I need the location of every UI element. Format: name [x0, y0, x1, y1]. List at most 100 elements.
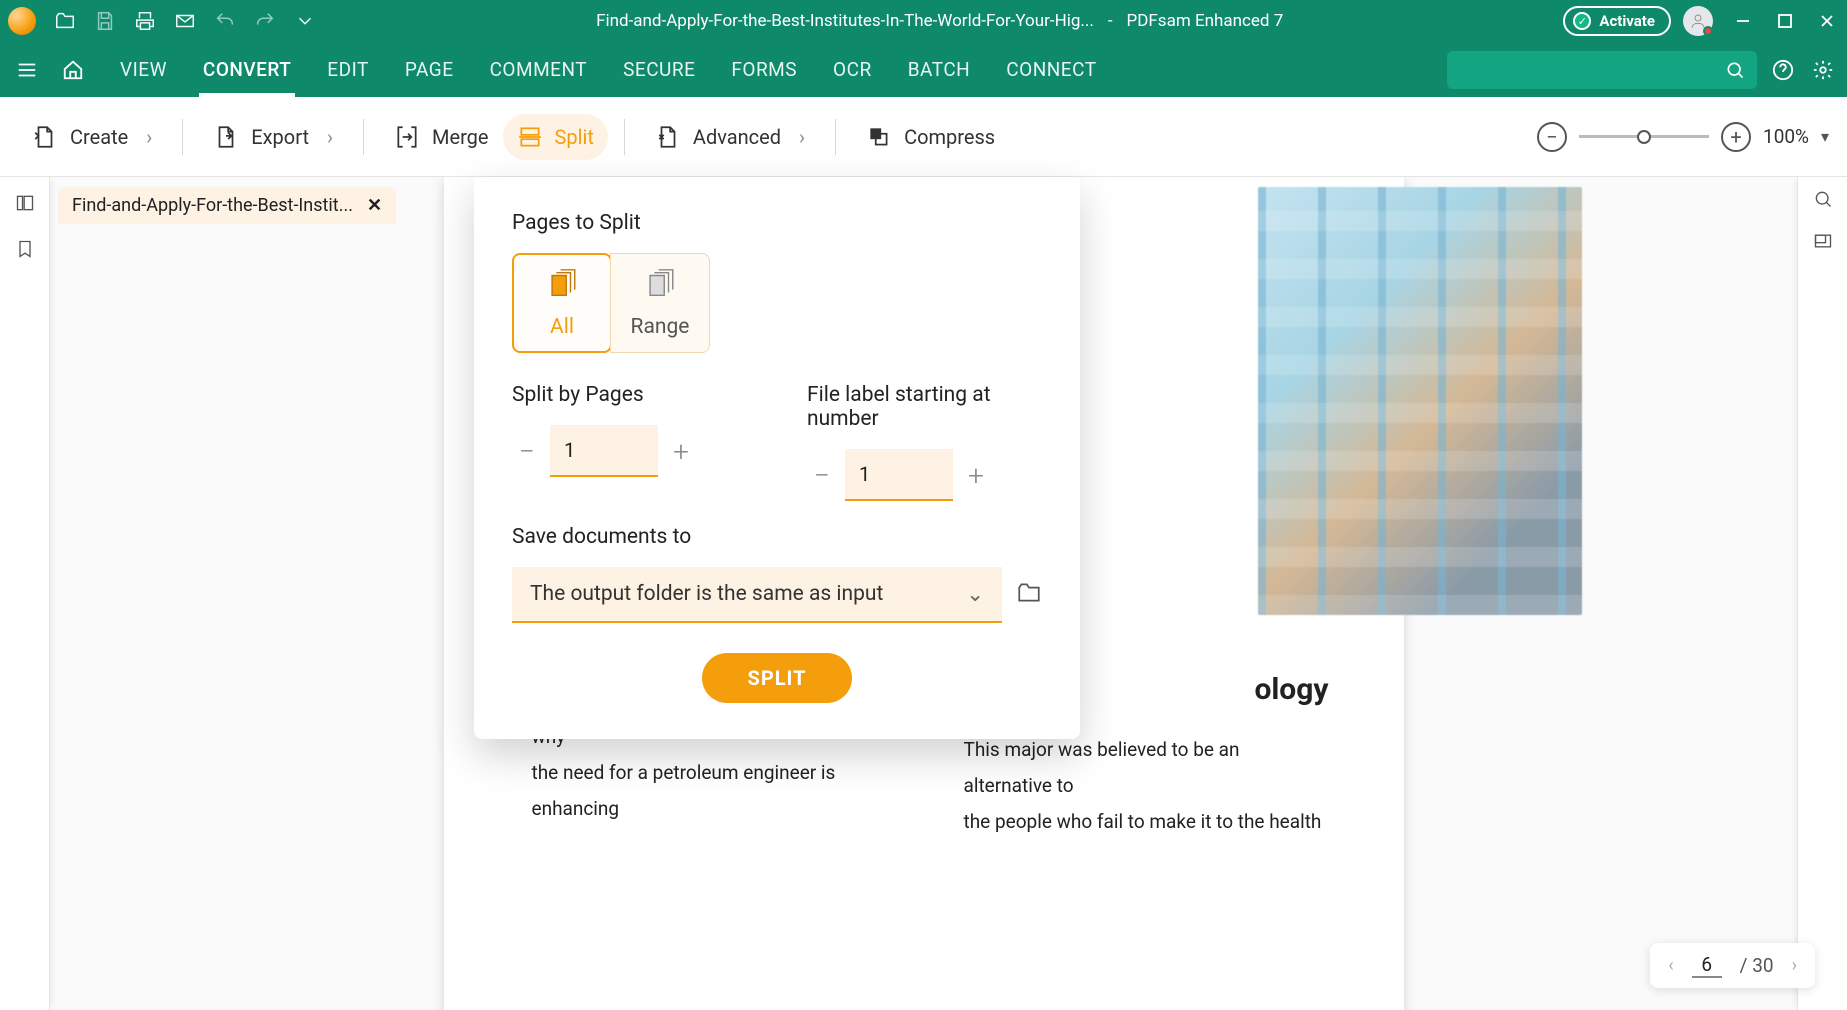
- redo-icon[interactable]: [254, 10, 276, 32]
- advanced-button[interactable]: Advanced ›: [641, 114, 819, 160]
- menu-item-comment[interactable]: COMMENT: [472, 42, 606, 97]
- split-pages-decrement[interactable]: −: [512, 436, 542, 466]
- activate-button[interactable]: ✓ Activate: [1563, 6, 1671, 36]
- hamburger-menu-button[interactable]: [10, 53, 44, 87]
- help-button[interactable]: [1769, 56, 1797, 84]
- activate-label: Activate: [1599, 12, 1655, 30]
- menu-bar: VIEWCONVERTEDITPAGECOMMENTSECUREFORMSOCR…: [0, 42, 1847, 97]
- split-tab-all[interactable]: All: [512, 253, 612, 353]
- window-maximize-button[interactable]: [1773, 9, 1797, 33]
- find-button[interactable]: [1813, 189, 1833, 213]
- save-icon[interactable]: [94, 10, 116, 32]
- home-button[interactable]: [56, 53, 90, 87]
- search-icon: [1725, 60, 1745, 80]
- split-pages-increment[interactable]: +: [666, 436, 696, 466]
- output-folder-select[interactable]: The output folder is the same as input ⌄: [512, 567, 1002, 623]
- zoom-slider[interactable]: [1579, 135, 1709, 138]
- title-bar: Find-and-Apply-For-the-Best-Institutes-I…: [0, 0, 1847, 42]
- split-submit-button[interactable]: SPLIT: [702, 653, 852, 703]
- search-input[interactable]: [1447, 51, 1757, 89]
- zoom-out-button[interactable]: −: [1537, 122, 1567, 152]
- menu-item-batch[interactable]: BATCH: [890, 42, 989, 97]
- advanced-icon: [655, 124, 681, 150]
- user-avatar[interactable]: [1683, 6, 1713, 36]
- split-panel: Pages to Split All Range Split by Pages …: [474, 177, 1080, 739]
- title-dash: -: [1108, 11, 1113, 31]
- window-close-button[interactable]: [1815, 9, 1839, 33]
- file-label-increment[interactable]: +: [961, 460, 991, 490]
- settings-button[interactable]: [1809, 56, 1837, 84]
- print-icon[interactable]: [134, 10, 156, 32]
- split-tab-range-label: Range: [631, 315, 690, 339]
- toolbar-separator: [835, 119, 836, 155]
- toolbar-separator: [624, 119, 625, 155]
- split-label: Split: [555, 125, 594, 149]
- zoom-in-button[interactable]: +: [1721, 122, 1751, 152]
- zoom-thumb[interactable]: [1637, 130, 1651, 144]
- menu-item-secure[interactable]: SECURE: [605, 42, 713, 97]
- compress-label: Compress: [904, 125, 995, 149]
- document-text: the people who fail to make it to the he…: [964, 804, 1329, 840]
- window-minimize-button[interactable]: [1731, 9, 1755, 33]
- pages-all-icon: [545, 267, 579, 307]
- chevron-right-icon: ›: [327, 125, 333, 149]
- menu-item-ocr[interactable]: OCR: [815, 42, 890, 97]
- advanced-label: Advanced: [693, 125, 781, 149]
- merge-button[interactable]: Merge: [380, 114, 503, 160]
- toolbar-separator: [182, 119, 183, 155]
- export-button[interactable]: Export ›: [199, 114, 347, 160]
- split-icon: [517, 124, 543, 150]
- chevron-down-icon[interactable]: ▾: [1821, 127, 1829, 146]
- chevron-down-icon: ⌄: [966, 582, 984, 607]
- split-tab-range[interactable]: Range: [610, 253, 710, 353]
- export-icon: [213, 124, 239, 150]
- menu-item-convert[interactable]: CONVERT: [185, 42, 309, 97]
- compress-button[interactable]: Compress: [852, 114, 1009, 160]
- file-label-decrement[interactable]: −: [807, 460, 837, 490]
- chevron-right-icon: ›: [146, 125, 152, 149]
- document-text: This major was believed to be an alterna…: [964, 732, 1329, 804]
- page-layout-button[interactable]: [1813, 231, 1833, 255]
- pages-range-icon: [643, 267, 677, 307]
- left-rail: [0, 177, 50, 1010]
- split-pages-input[interactable]: [550, 425, 658, 477]
- menu-item-connect[interactable]: CONNECT: [988, 42, 1114, 97]
- toolbar-separator: [363, 119, 364, 155]
- file-label-input[interactable]: [845, 449, 953, 501]
- document-image: [1258, 187, 1582, 615]
- split-by-pages-label: Split by Pages: [512, 383, 747, 407]
- menu-item-page[interactable]: PAGE: [387, 42, 472, 97]
- split-button[interactable]: Split: [503, 114, 608, 160]
- merge-label: Merge: [432, 125, 489, 149]
- undo-icon[interactable]: [214, 10, 236, 32]
- right-rail: [1797, 177, 1847, 1010]
- page-navigator: ‹ / 30 ›: [1650, 943, 1815, 988]
- page-number-input[interactable]: [1692, 953, 1722, 978]
- page-total: / 30: [1740, 954, 1774, 977]
- create-icon: [32, 124, 58, 150]
- document-title: Find-and-Apply-For-the-Best-Institutes-I…: [596, 11, 1094, 31]
- bookmarks-panel-button[interactable]: [11, 235, 39, 263]
- prev-page-button[interactable]: ‹: [1668, 955, 1673, 976]
- output-folder-value: The output folder is the same as input: [530, 582, 883, 606]
- export-label: Export: [251, 125, 309, 149]
- menu-item-forms[interactable]: FORMS: [713, 42, 815, 97]
- create-label: Create: [70, 125, 128, 149]
- thumbnails-panel-button[interactable]: [11, 189, 39, 217]
- recent-dropdown-icon[interactable]: [294, 10, 316, 32]
- compress-icon: [866, 124, 892, 150]
- document-text: the need for a petroleum engineer is enh…: [532, 755, 897, 827]
- app-logo-icon: [8, 7, 36, 35]
- menu-item-view[interactable]: VIEW: [102, 42, 185, 97]
- menu-item-edit[interactable]: EDIT: [309, 42, 387, 97]
- notification-dot-icon: [1703, 26, 1713, 36]
- merge-icon: [394, 124, 420, 150]
- next-page-button[interactable]: ›: [1792, 955, 1797, 976]
- save-documents-to-label: Save documents to: [512, 525, 1042, 549]
- mail-icon[interactable]: [174, 10, 196, 32]
- open-folder-icon[interactable]: [54, 10, 76, 32]
- check-circle-icon: ✓: [1573, 12, 1591, 30]
- split-tab-all-label: All: [550, 315, 574, 339]
- create-button[interactable]: Create ›: [18, 114, 166, 160]
- browse-folder-button[interactable]: [1016, 580, 1042, 610]
